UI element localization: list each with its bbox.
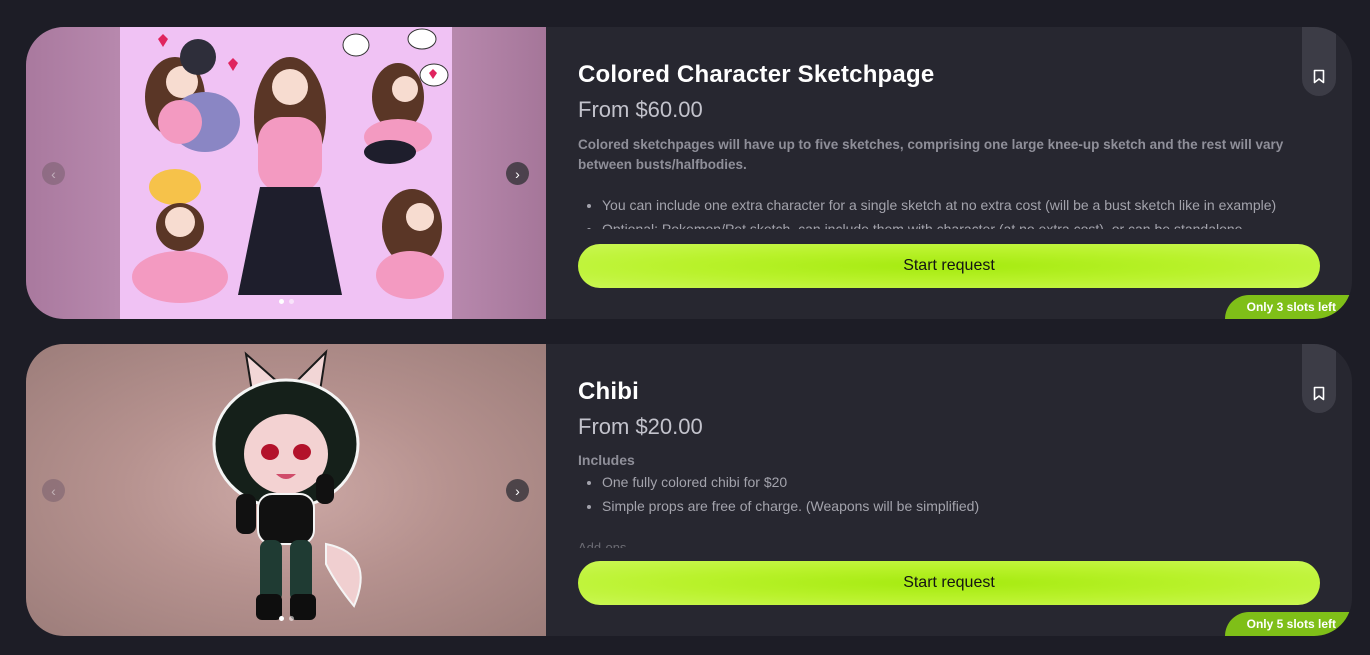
listing-image-carousel[interactable]: ‹ › <box>26 344 546 636</box>
addons-heading: Add-ons <box>578 540 627 548</box>
listing-info: Colored Character Sketchpage From $60.00… <box>578 27 1320 319</box>
listing-price: From $60.00 <box>578 97 703 122</box>
bookmark-icon <box>1313 386 1325 401</box>
bookmark-button[interactable] <box>1302 27 1336 96</box>
start-request-button[interactable]: Start request <box>578 561 1320 605</box>
listing-card-chibi: ‹ › Chibi From $20.00 Includes One fully… <box>26 344 1352 636</box>
carousel-dot[interactable] <box>279 616 284 621</box>
chevron-right-icon: › <box>515 165 520 182</box>
chevron-left-icon: ‹ <box>51 165 56 182</box>
slots-left-badge: Only 3 slots left <box>1224 295 1352 319</box>
listing-card-sketchpage: ‹ › Colored Character Sketchpage From $6… <box>26 27 1352 319</box>
listing-title: Chibi <box>578 378 639 405</box>
slots-left-badge: Only 5 slots left <box>1224 612 1352 636</box>
start-request-button[interactable]: Start request <box>578 244 1320 288</box>
carousel-prev-button[interactable]: ‹ <box>42 162 65 185</box>
list-item: Optional: Pokemon/Pet sketch, can includ… <box>602 217 1344 229</box>
chevron-left-icon: ‹ <box>51 482 56 499</box>
carousel-dot[interactable] <box>289 299 294 304</box>
sketchpage-artwork <box>120 27 452 319</box>
chibi-artwork <box>176 344 396 636</box>
carousel-dot[interactable] <box>279 299 284 304</box>
carousel-prev-button[interactable]: ‹ <box>42 479 65 502</box>
listing-bullets: You can include one extra character for … <box>578 193 1344 229</box>
bookmark-icon <box>1313 69 1325 84</box>
listing-info: Chibi From $20.00 Includes One fully col… <box>578 344 1320 636</box>
listing-image-carousel[interactable]: ‹ › <box>26 27 546 319</box>
chevron-right-icon: › <box>515 482 520 499</box>
carousel-next-button[interactable]: › <box>506 162 529 185</box>
includes-heading: Includes <box>578 452 635 468</box>
list-item: You can include one extra character for … <box>602 193 1344 217</box>
list-item: One fully colored chibi for $20 <box>602 470 1344 494</box>
listing-bullets: One fully colored chibi for $20 Simple p… <box>578 470 1344 520</box>
listing-description: Colored sketchpages will have up to five… <box>578 137 1284 172</box>
carousel-dot[interactable] <box>289 616 294 621</box>
carousel-dots <box>279 299 294 304</box>
carousel-next-button[interactable]: › <box>506 479 529 502</box>
list-item: Simple props are free of charge. (Weapon… <box>602 494 1344 518</box>
bookmark-button[interactable] <box>1302 344 1336 413</box>
listing-price: From $20.00 <box>578 414 703 439</box>
listing-title: Colored Character Sketchpage <box>578 61 935 88</box>
carousel-dots <box>279 616 294 621</box>
